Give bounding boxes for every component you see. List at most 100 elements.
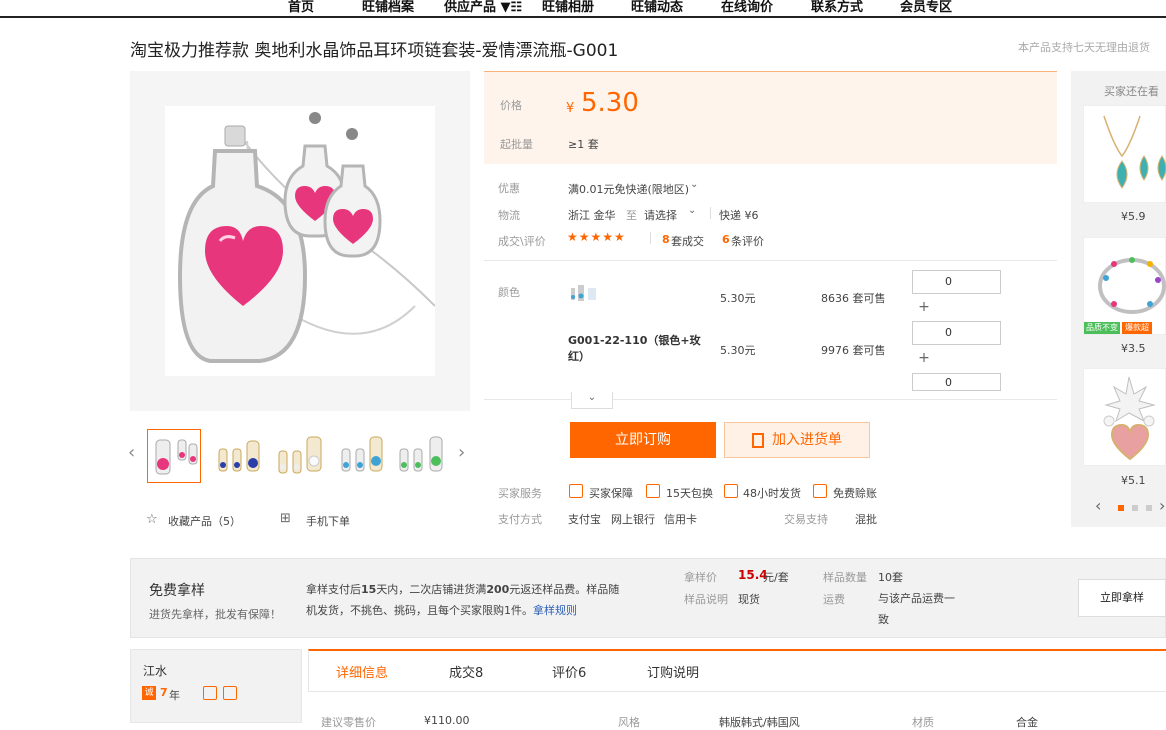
- chevron-down-icon[interactable]: ⌄: [688, 205, 696, 216]
- recommend-badge: 品质不变: [1084, 322, 1120, 334]
- logistics-from: 浙江 金华: [568, 209, 616, 222]
- payment-item: 支付宝: [568, 513, 601, 526]
- sample-desc-text: 天内，二次店铺进货满: [376, 583, 487, 596]
- thumb-prev-icon[interactable]: ‹: [128, 442, 135, 463]
- order-now-button[interactable]: 立即订购: [570, 422, 716, 458]
- get-sample-button[interactable]: 立即拿样: [1078, 579, 1166, 617]
- sample-price-label: 拿样价: [684, 571, 717, 584]
- quantity-input[interactable]: 0: [912, 373, 1001, 391]
- recommend-item-3[interactable]: [1083, 368, 1166, 466]
- sku-stock: 8636 套可售: [821, 292, 886, 305]
- recommend-prev-icon[interactable]: ‹: [1095, 496, 1101, 515]
- recommend-item-1[interactable]: [1083, 105, 1166, 203]
- attr-key: 建议零售价: [321, 716, 376, 729]
- recommend-item-2[interactable]: [1083, 237, 1166, 335]
- sample-desc-label: 样品说明: [684, 593, 728, 606]
- quantity-input[interactable]: 0: [912, 321, 1001, 345]
- moq-value: ≥1 套: [568, 138, 599, 151]
- deals-count[interactable]: 8: [662, 233, 670, 246]
- logistics-label: 物流: [498, 209, 520, 222]
- attr-key: 材质: [912, 716, 934, 729]
- price-label: 价格: [500, 99, 522, 112]
- nav-album[interactable]: 旺铺相册: [542, 0, 594, 16]
- plus-button[interactable]: +: [913, 348, 935, 370]
- add-to-cart-label: 加入进货单: [772, 432, 842, 448]
- sample-rules-link[interactable]: 拿样规则: [533, 604, 577, 617]
- nav-inquiry[interactable]: 在线询价: [721, 0, 773, 16]
- verified-icon: [223, 686, 237, 700]
- chevron-down-icon[interactable]: ⌄: [690, 179, 698, 190]
- tab-details[interactable]: 详细信息: [336, 662, 388, 681]
- mobile-order-link[interactable]: 手机下单: [306, 513, 350, 529]
- detail-tabs: [308, 649, 1166, 692]
- thumbnail-1[interactable]: [147, 429, 201, 483]
- thumbnail-3[interactable]: [273, 429, 327, 483]
- nav-contact[interactable]: 联系方式: [811, 0, 863, 16]
- divider: [484, 399, 1057, 400]
- tab-reviews[interactable]: 评价6: [552, 662, 586, 681]
- sku-price: 5.30元: [720, 344, 756, 357]
- reviews-count[interactable]: 6: [722, 233, 730, 246]
- freight-label: 运费: [823, 593, 845, 606]
- qr-code-icon[interactable]: ⊞: [280, 511, 291, 526]
- deals-unit[interactable]: 套成交: [671, 233, 704, 249]
- recommend-badge: 爆款超: [1122, 322, 1152, 334]
- destination-select[interactable]: 请选择: [644, 207, 677, 223]
- nav-products[interactable]: 供应产品 ▼☷: [444, 0, 522, 16]
- sample-desc-text: 拿样支付后: [306, 583, 361, 596]
- reviews-unit[interactable]: 条评价: [731, 233, 764, 249]
- recommend-price: ¥5.1: [1121, 474, 1146, 487]
- nav-profile[interactable]: 旺铺档案: [362, 0, 414, 16]
- shield-icon: [569, 484, 583, 498]
- service-item[interactable]: 免费赊账: [833, 485, 877, 501]
- trust-badge-icon: 诚: [142, 686, 156, 700]
- shop-years: 7: [160, 686, 168, 699]
- express-fee: 快递 ¥6: [719, 209, 759, 222]
- plus-button[interactable]: +: [913, 297, 935, 319]
- quantity-input[interactable]: 0: [912, 270, 1001, 294]
- carousel-dot-active[interactable]: [1118, 505, 1124, 511]
- expand-chevron-icon[interactable]: ⌄: [571, 392, 613, 409]
- recommend-next-icon[interactable]: ›: [1159, 496, 1165, 515]
- nav-news[interactable]: 旺铺动态: [631, 0, 683, 16]
- tab-order-notes[interactable]: 订购说明: [647, 662, 699, 681]
- sku-price: 5.30元: [720, 292, 756, 305]
- thumbnail-2[interactable]: [211, 429, 265, 483]
- sample-subtitle: 进货先拿样，批发有保障！: [149, 608, 281, 621]
- payment-item: 信用卡: [664, 513, 697, 526]
- top-nav: 首页 旺铺档案 供应产品 ▼☷ 旺铺相册 旺铺动态 在线询价 联系方式 会员专区: [0, 0, 1166, 18]
- sample-price-unit: 元/套: [763, 571, 789, 584]
- main-product-image[interactable]: [130, 71, 470, 411]
- attr-value: ¥110.00: [424, 714, 470, 727]
- divider: [710, 207, 711, 219]
- attr-value: 合金: [1016, 716, 1038, 729]
- service-item[interactable]: 买家保障: [589, 485, 633, 501]
- sku-thumbnail[interactable]: [568, 282, 598, 304]
- thumb-next-icon[interactable]: ›: [458, 442, 465, 463]
- thumbnail-4[interactable]: [336, 429, 390, 483]
- freight-value: 与该产品运费一致: [878, 592, 955, 626]
- promo-value[interactable]: 满0.01元免快递(限地区): [568, 181, 689, 197]
- sample-desc-amount: 200: [486, 583, 510, 596]
- nav-home[interactable]: 首页: [288, 0, 314, 16]
- calendar-icon: [646, 484, 660, 498]
- sample-count-value: 10套: [878, 571, 903, 584]
- favorite-link[interactable]: 收藏产品（5）: [168, 513, 241, 529]
- service-item[interactable]: 48小时发货: [743, 485, 801, 501]
- service-item[interactable]: 15天包换: [666, 485, 713, 501]
- add-to-cart-button[interactable]: 加入进货单: [724, 422, 870, 458]
- attr-key: 风格: [618, 716, 640, 729]
- star-outline-icon[interactable]: ☆: [146, 512, 158, 527]
- carousel-dot[interactable]: [1132, 505, 1138, 511]
- recommend-title: 买家还在看: [1104, 85, 1159, 98]
- promo-label: 优惠: [498, 182, 520, 195]
- tab-deals[interactable]: 成交8: [449, 662, 483, 681]
- thumbnail-5[interactable]: [398, 429, 452, 483]
- recommend-price: ¥5.9: [1121, 210, 1146, 223]
- attr-value: 韩版韩式/韩国风: [719, 716, 800, 729]
- payment-item: 网上银行: [611, 513, 655, 526]
- shop-name[interactable]: 江水: [143, 662, 167, 679]
- carousel-dot[interactable]: [1146, 505, 1152, 511]
- nav-member[interactable]: 会员专区: [900, 0, 952, 16]
- recommend-price: ¥3.5: [1121, 342, 1146, 355]
